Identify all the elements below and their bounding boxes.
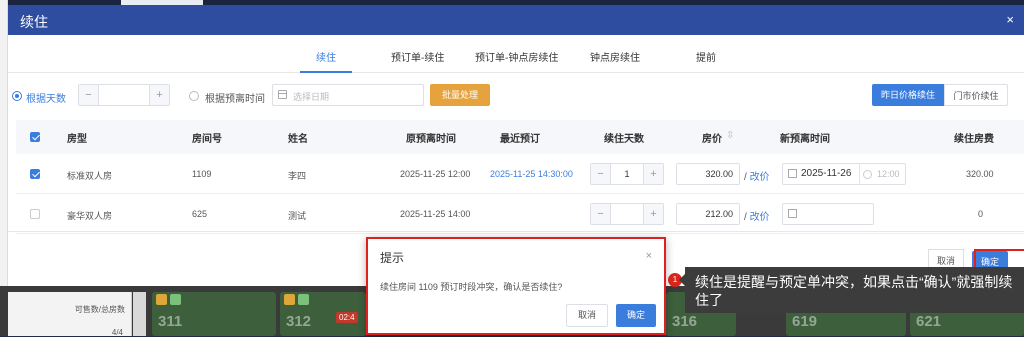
- col-name: 姓名: [288, 134, 308, 145]
- annotation-text: 续住是提醒与预定单冲突，如果点击“确认”就强制续住了: [695, 274, 1013, 308]
- batch-process-button[interactable]: 批量处理: [430, 84, 490, 106]
- room-board-scrollbar[interactable]: [133, 292, 146, 336]
- cell-name: 测试: [288, 211, 307, 221]
- tab-bar: 续住 预订单-续住 预订单-钟点房续住 钟点房续住 提前: [8, 35, 1024, 73]
- calendar-icon: [788, 209, 797, 218]
- room-number: 621: [916, 313, 942, 330]
- days-stepper[interactable]: − +: [78, 84, 170, 106]
- confirm-message: 续住房间 1109 预订时段冲突，确认是否续住?: [380, 282, 563, 292]
- tab-early[interactable]: 提前: [696, 49, 716, 64]
- date-placeholder: 选择日期: [293, 92, 330, 102]
- cell-recent-booking-link[interactable]: 2025-11-25 14:30:00: [490, 169, 573, 179]
- room-status-icon: [284, 294, 295, 305]
- cell-fee: 320.00: [966, 169, 994, 179]
- active-tab-indicator: [300, 71, 352, 73]
- days-stepper[interactable]: − +: [590, 203, 664, 225]
- room-time-badge: 02:4: [336, 312, 358, 323]
- col-orig-departure: 原预离时间: [406, 134, 456, 145]
- change-price-link[interactable]: / 改价: [744, 208, 770, 223]
- cell-room-type: 标准双人房: [67, 171, 113, 181]
- days-stepper-value[interactable]: [99, 85, 149, 105]
- table-row: 标准双人房 1109 李四 2025-11-25 12:00 2025-11-2…: [16, 154, 1024, 194]
- room-card[interactable]: 312 02:4: [280, 292, 366, 336]
- room-number: 619: [792, 313, 818, 330]
- new-departure-picker[interactable]: [782, 203, 874, 225]
- conflict-confirm-popup: 提示 × 续住房间 1109 预订时段冲突，确认是否续住? 取消 确定: [366, 237, 666, 335]
- minus-icon[interactable]: −: [591, 164, 611, 184]
- annotation-callout: 续住是提醒与预定单冲突，如果点击“确认”就强制续住了: [685, 267, 1024, 313]
- days-value[interactable]: [611, 204, 643, 224]
- tab-hourly-extend[interactable]: 钟点房续住: [590, 49, 640, 64]
- table-row: 豪华双人房 625 测试 2025-11-25 14:00 − + 212.00…: [16, 194, 1024, 234]
- tab-booking-hourly-extend[interactable]: 预订单-钟点房续住: [475, 49, 558, 64]
- calendar-icon: [788, 169, 797, 178]
- confirm-cancel-button[interactable]: 取消: [566, 304, 608, 327]
- departure-date-picker[interactable]: 选择日期: [272, 84, 424, 106]
- change-price-link[interactable]: / 改价: [744, 168, 770, 183]
- row-checkbox[interactable]: [30, 209, 40, 219]
- table-header: 房型 房间号 姓名 原预离时间 最近预订 续住天数 房价 ⇳ 新预离时间 续住房…: [16, 120, 1024, 154]
- close-icon[interactable]: ×: [1006, 12, 1014, 27]
- tab-extend[interactable]: 续住: [316, 49, 336, 64]
- dialog-title: 续住: [20, 14, 48, 30]
- price-input[interactable]: 320.00: [676, 163, 740, 185]
- tab-divider: [8, 72, 1024, 73]
- plus-icon[interactable]: +: [149, 85, 169, 105]
- select-all-checkbox[interactable]: [30, 132, 40, 142]
- minus-icon[interactable]: −: [591, 204, 611, 224]
- col-recent-booking: 最近预订: [500, 134, 540, 145]
- plus-icon[interactable]: +: [643, 204, 663, 224]
- room-card[interactable]: 311: [152, 292, 276, 336]
- by-date-radio[interactable]: [189, 91, 199, 101]
- days-stepper[interactable]: − 1 +: [590, 163, 664, 185]
- stats-label: 可售数/总房数: [74, 305, 125, 314]
- room-number: 316: [672, 313, 698, 330]
- col-room-no: 房间号: [192, 134, 222, 145]
- cell-orig-departure: 2025-11-25 14:00: [400, 209, 471, 219]
- confirm-title: 提示: [380, 251, 405, 265]
- col-new-departure: 新预离时间: [780, 134, 830, 145]
- new-departure-picker[interactable]: 2025-11-26 12:00: [782, 163, 906, 185]
- cell-fee: 0: [978, 209, 984, 219]
- days-value[interactable]: 1: [611, 164, 643, 184]
- footer-divider: [8, 231, 1024, 232]
- row-checkbox[interactable]: [30, 169, 40, 179]
- cell-room-no: 1109: [192, 169, 212, 179]
- yesterday-price-button[interactable]: 昨日价格续住: [872, 84, 944, 106]
- new-date-value[interactable]: 2025-11-26: [801, 168, 851, 179]
- cell-room-type: 豪华双人房: [67, 211, 113, 221]
- col-days: 续住天数: [604, 134, 644, 145]
- change-price-label[interactable]: 改价: [750, 212, 770, 223]
- room-stats-panel: 可售数/总房数 4/4: [8, 292, 132, 337]
- calendar-icon: [278, 90, 287, 99]
- by-days-radio[interactable]: [12, 91, 22, 101]
- cell-room-no: 625: [192, 209, 208, 219]
- col-room-type: 房型: [67, 134, 87, 145]
- new-time-value[interactable]: 12:00: [877, 169, 900, 179]
- by-days-label: 根据天数: [26, 94, 66, 105]
- close-icon[interactable]: ×: [646, 250, 652, 262]
- room-number: 312: [286, 313, 312, 330]
- change-price-label[interactable]: 改价: [750, 172, 770, 183]
- col-fee: 续住房费: [954, 134, 994, 145]
- room-number: 311: [158, 313, 183, 330]
- dialog-header: 续住 ×: [8, 5, 1024, 35]
- price-input[interactable]: 212.00: [676, 203, 740, 225]
- by-date-label: 根据预离时间: [205, 94, 265, 105]
- tab-booking-extend[interactable]: 预订单-续住: [391, 49, 444, 64]
- minus-icon[interactable]: −: [79, 85, 99, 105]
- cell-name: 李四: [288, 171, 307, 181]
- plus-icon[interactable]: +: [643, 164, 663, 184]
- sort-icon[interactable]: ⇳: [726, 130, 734, 141]
- picker-separator: [859, 164, 860, 184]
- cell-orig-departure: 2025-11-25 12:00: [400, 169, 471, 179]
- confirm-ok-button[interactable]: 确定: [616, 304, 656, 327]
- market-price-button[interactable]: 门市价续住: [944, 84, 1008, 106]
- col-price[interactable]: 房价: [702, 130, 722, 145]
- room-clean-icon: [170, 294, 181, 305]
- room-status-icon: [156, 294, 167, 305]
- clock-icon: [863, 170, 872, 179]
- room-clean-icon: [298, 294, 309, 305]
